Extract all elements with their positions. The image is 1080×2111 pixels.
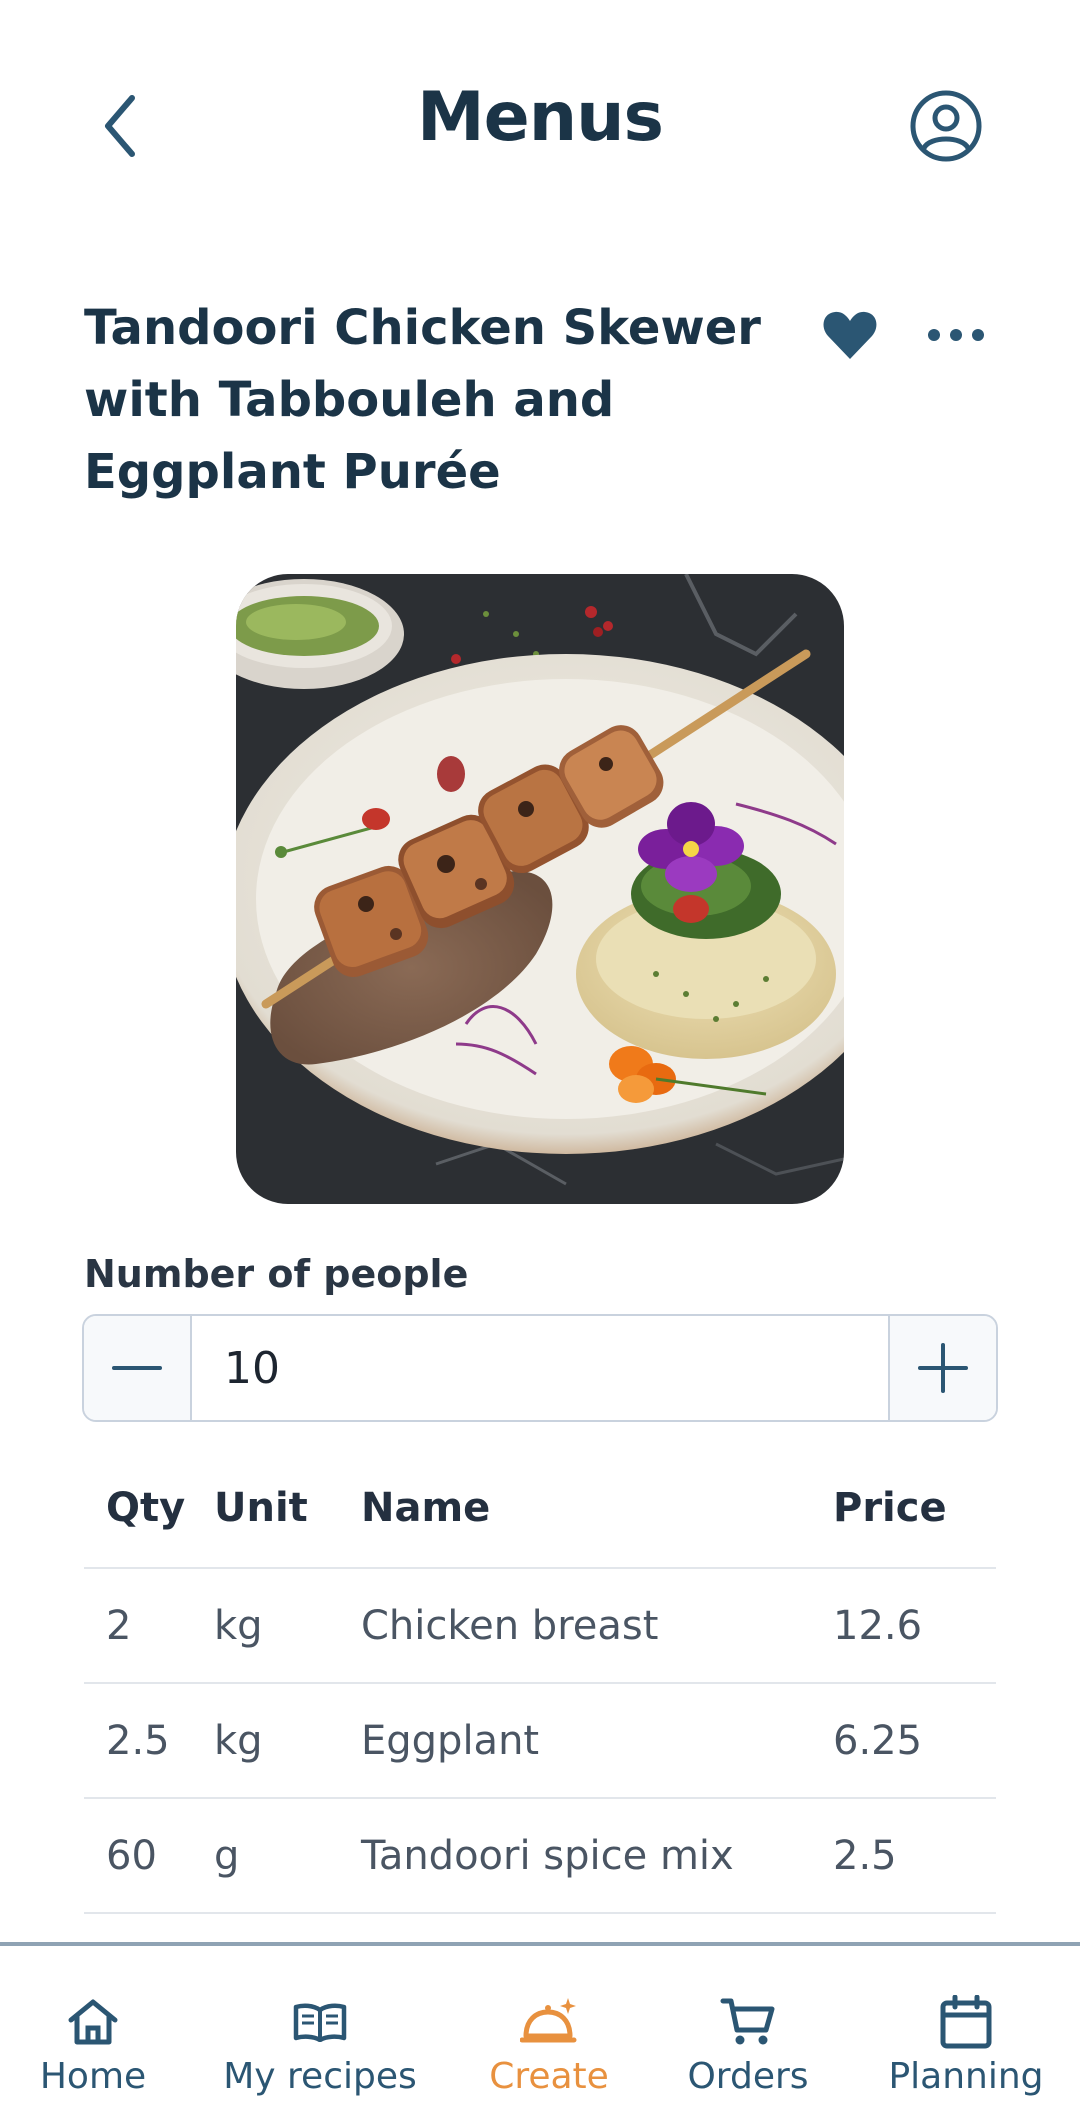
table-header-row: Qty Unit Name Price bbox=[84, 1448, 996, 1569]
ingredients-table: Qty Unit Name Price 2 kg Chicken breast … bbox=[84, 1448, 996, 1914]
nav-home[interactable]: Home bbox=[28, 1946, 158, 2111]
header-price: Price bbox=[833, 1448, 996, 1569]
nav-label: Create bbox=[489, 2056, 609, 2097]
table-row[interactable]: 2.5 kg Eggplant 6.25 bbox=[84, 1683, 996, 1799]
home-icon bbox=[68, 1999, 118, 2045]
nav-my-recipes[interactable]: My recipes bbox=[222, 1946, 418, 2111]
minus-icon bbox=[112, 1366, 162, 1370]
increase-button[interactable] bbox=[888, 1316, 996, 1420]
nav-label: Home bbox=[39, 2056, 147, 2097]
calendar-icon bbox=[940, 1995, 992, 2049]
cell-unit: g bbox=[214, 1798, 361, 1914]
cell-name: Chicken breast bbox=[361, 1568, 833, 1684]
cell-name: Tandoori spice mix bbox=[361, 1798, 833, 1914]
cell-unit: kg bbox=[214, 1683, 361, 1799]
people-label: Number of people bbox=[84, 1252, 469, 1296]
recipe-title: Tandoori Chicken Skewer with Tabbouleh a… bbox=[84, 300, 761, 500]
nav-label: My recipes bbox=[223, 2056, 417, 2097]
cell-name: Eggplant bbox=[361, 1683, 833, 1799]
header-qty: Qty bbox=[84, 1448, 214, 1569]
cell-price: 6.25 bbox=[833, 1683, 996, 1799]
nav-create[interactable]: Create bbox=[484, 1946, 614, 2111]
cell-qty: 2.5 bbox=[84, 1683, 214, 1799]
recipe-image bbox=[236, 574, 844, 1204]
menus-screen: Menus Tandoori Chicken Skewer with Tabbo… bbox=[0, 0, 1080, 2111]
nav-planning[interactable]: Planning bbox=[888, 1946, 1044, 2111]
book-icon bbox=[293, 2003, 347, 2042]
table-row[interactable]: 60 g Tandoori spice mix 2.5 bbox=[84, 1798, 996, 1914]
cell-price: 12.6 bbox=[833, 1568, 996, 1684]
nav-orders[interactable]: Orders bbox=[680, 1946, 816, 2111]
more-options-button[interactable] bbox=[924, 310, 988, 360]
header-unit: Unit bbox=[214, 1448, 361, 1569]
nav-label: Orders bbox=[687, 2056, 809, 2097]
people-input[interactable] bbox=[192, 1316, 888, 1420]
heart-icon bbox=[823, 311, 877, 359]
plus-icon bbox=[918, 1343, 968, 1393]
cell-unit: kg bbox=[214, 1568, 361, 1684]
cell-qty: 60 bbox=[84, 1798, 214, 1914]
cell-price: 2.5 bbox=[833, 1798, 996, 1914]
header: Menus bbox=[0, 0, 1080, 250]
more-horizontal-icon bbox=[928, 329, 984, 341]
cell-qty: 2 bbox=[84, 1568, 214, 1684]
nav-label: Planning bbox=[888, 2056, 1044, 2097]
favorite-button[interactable] bbox=[820, 305, 880, 365]
table-row[interactable]: 2 kg Chicken breast 12.6 bbox=[84, 1568, 996, 1684]
people-stepper bbox=[82, 1314, 998, 1422]
cart-icon bbox=[720, 1998, 775, 2045]
decrease-button[interactable] bbox=[84, 1316, 192, 1420]
user-profile-icon bbox=[910, 90, 982, 162]
header-name: Name bbox=[361, 1448, 833, 1569]
bottom-nav: Home My recipes Create Orders Planning bbox=[0, 1942, 1080, 2111]
profile-button[interactable] bbox=[906, 86, 986, 166]
cloche-icon bbox=[520, 1998, 577, 2043]
